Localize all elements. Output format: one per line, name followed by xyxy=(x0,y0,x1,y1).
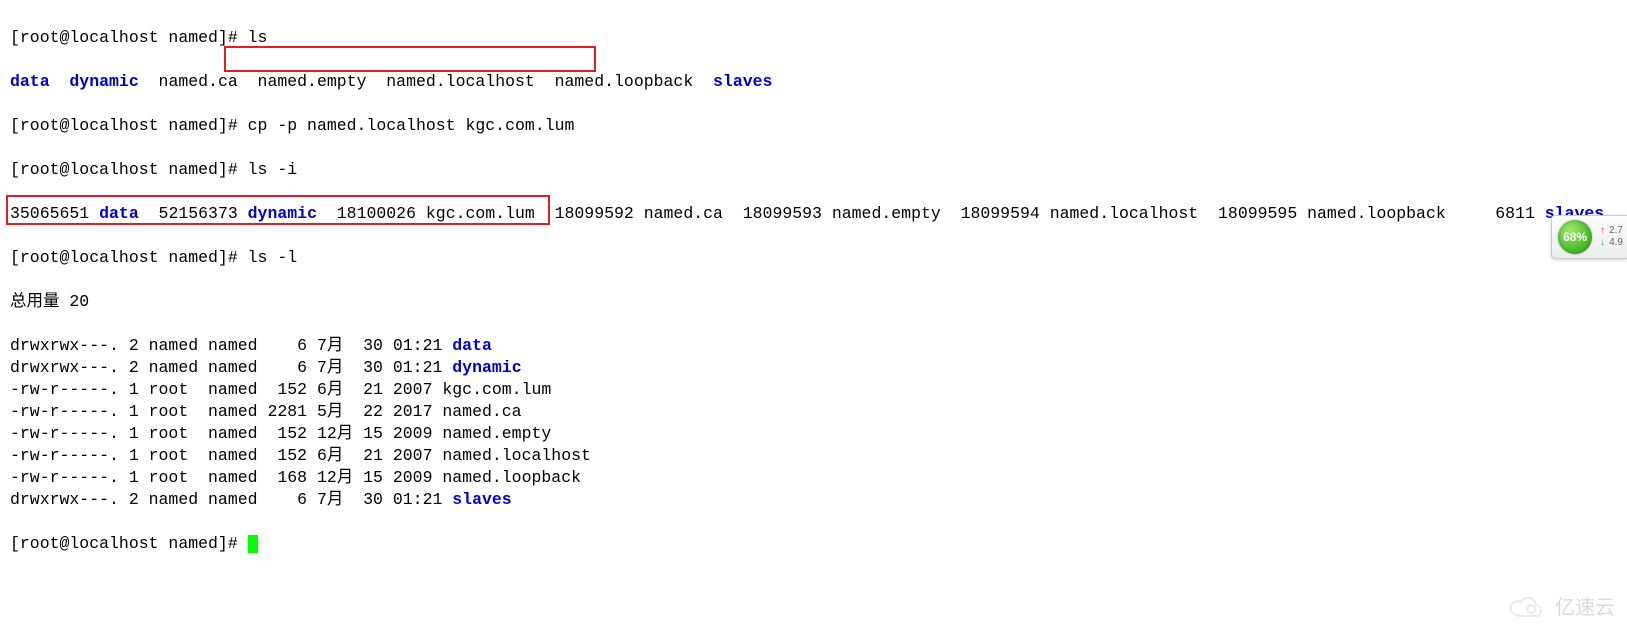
terminal-output[interactable]: [root@localhost named]# ls data dynamic … xyxy=(0,0,1627,582)
table-row: -rw-r-----. 1 root named 2281 5月 22 2017… xyxy=(10,401,1617,423)
line-cp: [root@localhost named]# cp -p named.loca… xyxy=(10,115,1617,137)
arrow-down-icon: ↓ xyxy=(1600,237,1605,249)
usage-gauge-icon: 68% xyxy=(1558,220,1592,254)
table-row: -rw-r-----. 1 root named 168 12月 15 2009… xyxy=(10,467,1617,489)
line-prompt-idle: [root@localhost named]# xyxy=(10,533,1617,555)
line-lsl: [root@localhost named]# ls -l xyxy=(10,247,1617,269)
line-lsi: [root@localhost named]# ls -i xyxy=(10,159,1617,181)
table-row: -rw-r-----. 1 root named 152 6月 21 2007 … xyxy=(10,445,1617,467)
table-row: drwxrwx---. 2 named named 6 7月 30 01:21 … xyxy=(10,489,1617,511)
ls-output: data dynamic named.ca named.empty named.… xyxy=(10,71,1617,93)
cloud-logo-icon xyxy=(1507,595,1547,621)
table-row: -rw-r-----. 1 root named 152 6月 21 2007 … xyxy=(10,379,1617,401)
table-row: -rw-r-----. 1 root named 152 12月 15 2009… xyxy=(10,423,1617,445)
lsi-output: 35065651 data 52156373 dynamic 18100026 … xyxy=(10,203,1617,225)
cursor-icon xyxy=(248,535,258,553)
network-speeds: ↑2.7 ↓4.9 xyxy=(1600,225,1623,249)
table-row: drwxrwx---. 2 named named 6 7月 30 01:21 … xyxy=(10,357,1617,379)
line-ls: [root@localhost named]# ls xyxy=(10,27,1617,49)
arrow-up-icon: ↑ xyxy=(1600,225,1605,237)
performance-widget[interactable]: 68% ↑2.7 ↓4.9 xyxy=(1551,215,1627,259)
table-row: drwxrwx---. 2 named named 6 7月 30 01:21 … xyxy=(10,335,1617,357)
lsl-total: 总用量 20 xyxy=(10,291,1617,313)
watermark: 亿速云 xyxy=(1507,595,1615,621)
